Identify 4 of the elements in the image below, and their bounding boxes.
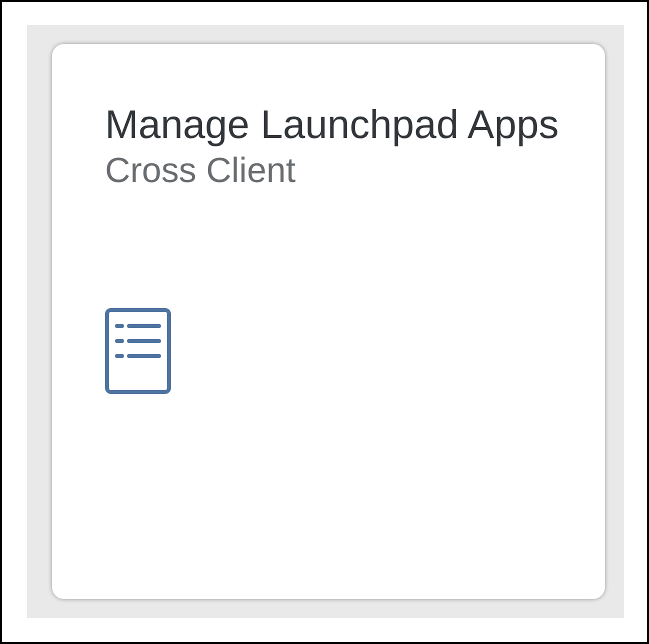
tile-subtitle: Cross Client bbox=[105, 150, 296, 192]
list-document-icon bbox=[105, 308, 171, 394]
app-tile[interactable]: Manage Launchpad Apps Cross Client bbox=[52, 44, 605, 599]
tile-title: Manage Launchpad Apps bbox=[105, 102, 559, 149]
